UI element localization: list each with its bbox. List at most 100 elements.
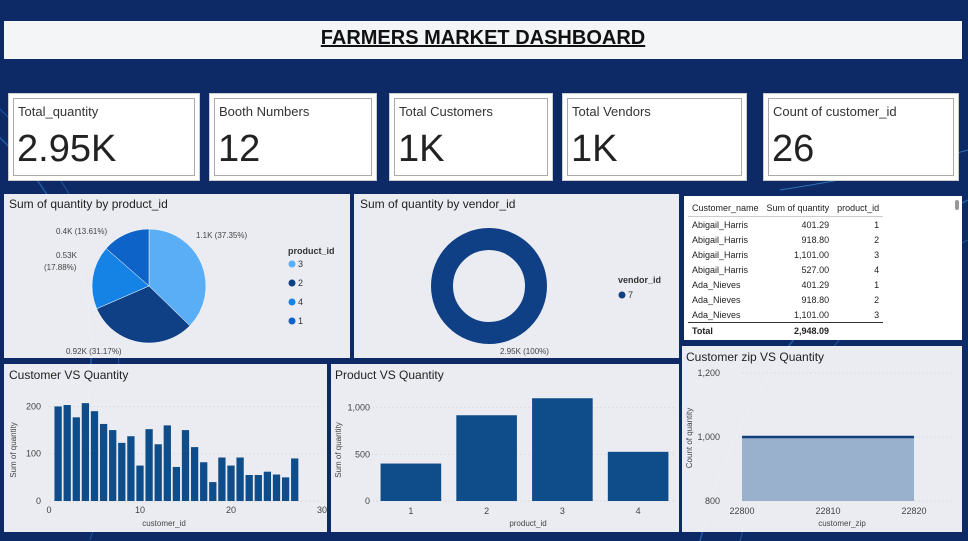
- y-tick-label: 1,200: [697, 368, 720, 378]
- table-cell: Abigail_Harris: [692, 264, 749, 275]
- legend-label: 2: [298, 278, 303, 288]
- product-quantity-panel[interactable]: Product VS Quantity product_id Sum of qu…: [331, 364, 679, 532]
- card-value: 1K: [398, 128, 445, 170]
- col-header[interactable]: Customer_name: [688, 200, 763, 217]
- area-fill: [742, 437, 914, 501]
- y-tick-label: 100: [26, 449, 41, 459]
- table-row[interactable]: Ada_Nieves 918.80 2: [688, 292, 883, 307]
- y-axis-label: Sum of quantity: [334, 422, 343, 478]
- total-value: 2,948.09: [762, 322, 834, 338]
- bar: [532, 398, 593, 501]
- table-row[interactable]: Ada_Nieves 401.29 1: [688, 277, 883, 292]
- table-cell: Abigail_Harris: [692, 234, 749, 245]
- card-count-customer-id[interactable]: Count of customer_id 26: [763, 93, 959, 181]
- x-tick-label: 22820: [901, 506, 926, 516]
- table-cell: Abigail_Harris: [692, 249, 749, 260]
- customer-table[interactable]: Customer_name Sum of quantity product_id…: [684, 196, 962, 340]
- card-label: Total_quantity: [18, 104, 99, 119]
- x-tick-label: 10: [135, 505, 145, 515]
- y-tick-label: 1,000: [697, 432, 720, 442]
- table-cell: 1: [874, 279, 880, 290]
- legend-label: 1: [298, 316, 303, 326]
- x-tick-label: 30: [317, 505, 327, 515]
- bar: [380, 463, 442, 501]
- x-axis-label: product_id: [509, 519, 546, 528]
- bar: [109, 430, 117, 501]
- pie-product-panel[interactable]: Sum of quantity by product_id product_id…: [4, 194, 350, 358]
- table-cell: 1,101.00: [794, 249, 830, 260]
- donut-ring: [431, 228, 547, 344]
- col-header[interactable]: product_id: [833, 200, 884, 217]
- table-cell: 401.29: [801, 219, 830, 230]
- bar: [72, 417, 80, 501]
- x-tick-label: 22800: [729, 506, 754, 516]
- table-cell: 527.00: [801, 264, 830, 275]
- bar: [456, 415, 517, 501]
- x-tick-label: 4: [636, 506, 641, 516]
- pie-product-chart: product_id 1.1K (37.35%) 0.92K (31.17%) …: [44, 227, 335, 356]
- card-total-quantity[interactable]: Total_quantity 2.95K: [8, 93, 200, 181]
- x-tick-label: 1: [408, 506, 413, 516]
- card-booth-numbers[interactable]: Booth Numbers 12: [209, 93, 377, 181]
- bar: [236, 457, 244, 501]
- bar: [154, 444, 162, 501]
- table-cell: Ada_Nieves: [692, 294, 741, 305]
- bar: [607, 451, 669, 501]
- col-header[interactable]: Sum of quantity: [762, 200, 834, 217]
- bar: [291, 458, 299, 501]
- slice-label: (17.88%): [44, 263, 77, 272]
- card-label: Count of customer_id: [773, 104, 897, 119]
- slice-label: 0.92K (31.17%): [66, 347, 122, 356]
- bar: [245, 475, 253, 501]
- card-value: 2.95K: [17, 128, 117, 170]
- card-value: 12: [218, 128, 261, 170]
- slice-label: 2.95K (100%): [500, 347, 549, 356]
- card-value: 26: [772, 128, 815, 170]
- table-row[interactable]: Abigail_Harris 527.00 4: [688, 262, 883, 277]
- x-axis-label: customer_zip: [818, 519, 866, 528]
- bar: [118, 442, 126, 501]
- x-axis-label: customer_id: [142, 519, 186, 528]
- bar: [190, 447, 199, 501]
- customer-quantity-panel[interactable]: Customer VS Quantity customer_id Sum of …: [4, 364, 327, 532]
- y-tick-label: 800: [705, 496, 720, 506]
- bar: [81, 403, 90, 501]
- pie-vendor-panel[interactable]: Sum of quantity by vendor_id vendor_id 2…: [354, 194, 679, 358]
- table-cell: 1: [874, 219, 880, 230]
- bar: [281, 477, 290, 501]
- bar: [172, 466, 181, 501]
- zip-quantity-panel[interactable]: Customer zip VS Quantity customer_zip Co…: [682, 346, 962, 532]
- table-cell: 401.29: [801, 279, 830, 290]
- x-tick-label: 20: [226, 505, 236, 515]
- table-scrollbar[interactable]: [955, 200, 959, 210]
- table-row[interactable]: Abigail_Harris 918.80 2: [688, 232, 883, 247]
- legend-title: vendor_id: [618, 275, 661, 285]
- table-cell: 3: [874, 249, 880, 260]
- total-row: Total 2,948.09: [688, 322, 884, 338]
- bar: [218, 457, 226, 501]
- x-tick-label: 2: [484, 506, 489, 516]
- card-total-vendors[interactable]: Total Vendors 1K: [562, 93, 747, 181]
- y-tick-label: 1,000: [347, 403, 370, 413]
- x-tick-label: 22810: [815, 506, 840, 516]
- table-grid: Customer_name Sum of quantity product_id…: [688, 200, 884, 338]
- card-total-customers[interactable]: Total Customers 1K: [389, 93, 553, 181]
- customer-bar-chart: customer_id Sum of quantity 0 100 200 0 10 20…: [9, 401, 327, 528]
- total-label: Total: [688, 322, 763, 338]
- table-row[interactable]: Ada_Nieves 1,101.00 3: [688, 307, 883, 323]
- bar: [209, 482, 217, 501]
- legend-label: 3: [298, 259, 303, 269]
- table-row[interactable]: Abigail_Harris 401.29 1: [688, 217, 883, 233]
- zip-area-chart: customer_zip Count of quantity 800 1,000 1…: [685, 368, 954, 528]
- bar: [272, 474, 281, 501]
- card-label: Total Vendors: [572, 104, 651, 119]
- y-tick-label: 0: [36, 496, 41, 506]
- bar: [145, 429, 153, 501]
- table-row[interactable]: Abigail_Harris 1,101.00 3: [688, 247, 883, 262]
- bar: [263, 471, 272, 501]
- x-tick-label: 3: [560, 506, 565, 516]
- legend-title: product_id: [288, 246, 335, 256]
- bar: [63, 405, 71, 501]
- donut-vendor-chart: vendor_id 2.95K (100%) 7: [431, 228, 661, 356]
- table-cell: 4: [874, 264, 880, 275]
